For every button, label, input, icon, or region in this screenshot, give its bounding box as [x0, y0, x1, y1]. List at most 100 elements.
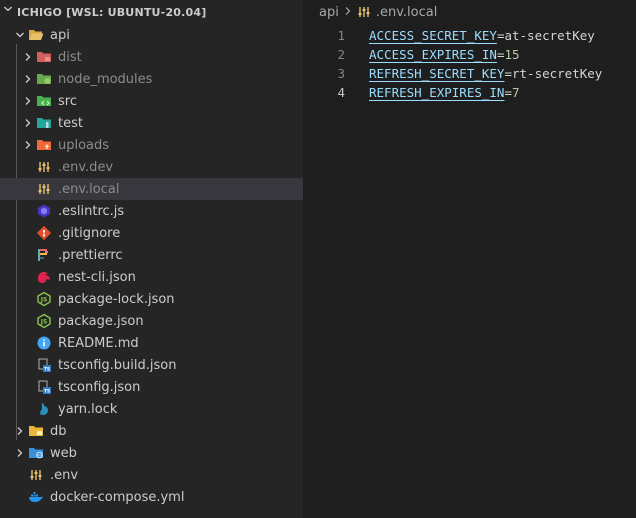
chevron-right-icon[interactable] — [20, 71, 36, 87]
svg-text:TS: TS — [44, 389, 50, 395]
tree-item-package-json[interactable]: JS package.json — [0, 310, 303, 332]
tree-item-nest-cli-json[interactable]: nest-cli.json — [0, 266, 303, 288]
env-file-icon — [36, 181, 52, 197]
code-line[interactable]: 2 ACCESS_EXPIRES_IN = 15 — [303, 45, 636, 64]
eslint-icon — [36, 203, 52, 219]
info-icon — [36, 335, 52, 351]
tree-item-label: dist — [58, 49, 82, 65]
svg-text:TS: TS — [44, 367, 50, 373]
folder-src-icon — [36, 93, 52, 109]
tree-item-env-dev[interactable]: .env.dev — [0, 156, 303, 178]
tree-item-dist[interactable]: dist — [0, 46, 303, 68]
nodejs-icon: JS — [36, 313, 52, 329]
tree-item-label: .prettierrc — [58, 247, 123, 263]
tree-item-readme-md[interactable]: README.md — [0, 332, 303, 354]
tree-item-label: yarn.lock — [58, 401, 118, 417]
tree-item-db[interactable]: db — [0, 420, 303, 442]
folder-test-icon — [36, 115, 52, 131]
tree-item-label: tsconfig.json — [58, 379, 141, 395]
tree-item-tsconfig-json[interactable]: TS tsconfig.json — [0, 376, 303, 398]
env-value: 15 — [504, 47, 520, 62]
tree-item-label: .env — [50, 467, 79, 483]
tree-item-api[interactable]: api — [0, 24, 303, 46]
tree-item-label: .eslintrc.js — [58, 203, 125, 219]
code-line[interactable]: 1 ACCESS_SECRET_KEY = at-secretKey — [303, 26, 636, 45]
chevron-right-icon[interactable] — [20, 137, 36, 153]
tree-item-eslintrc-js[interactable]: .eslintrc.js — [0, 200, 303, 222]
git-icon — [36, 225, 52, 241]
env-value: at-secretKey — [504, 28, 595, 43]
editor-pane: api .env.local 1 ACCESS_SECRET_KEY = at-sec… — [303, 0, 636, 518]
tree-item-uploads[interactable]: uploads — [0, 134, 303, 156]
yarn-icon — [36, 401, 52, 417]
chevron-right-icon[interactable] — [20, 93, 36, 109]
tsconfig-icon: TS — [36, 379, 52, 395]
chevron-right-icon[interactable] — [12, 445, 28, 461]
folder-node-icon — [36, 71, 52, 87]
breadcrumb-folder[interactable]: api — [319, 5, 339, 20]
chevron-right-icon — [344, 5, 352, 19]
workspace-title: ICHIGO [WSL: UBUNTU-20.04] — [17, 5, 207, 19]
line-number: 3 — [337, 66, 345, 81]
folder-dist-icon — [36, 49, 52, 65]
tree-item-label: uploads — [58, 137, 110, 153]
tree-item-test[interactable]: test — [0, 112, 303, 134]
chevron-down-icon[interactable] — [12, 27, 28, 43]
breadcrumb-file[interactable]: .env.local — [376, 5, 437, 20]
env-operator: = — [496, 47, 505, 62]
tree-item-tsconfig-build-json[interactable]: TS tsconfig.build.json — [0, 354, 303, 376]
nodejs-icon: JS — [36, 291, 52, 307]
chevron-right-icon[interactable] — [20, 115, 36, 131]
tree-item-label: package-lock.json — [58, 291, 175, 307]
breadcrumb: api .env.local — [303, 0, 636, 24]
env-operator: = — [504, 66, 512, 81]
tree-item-package-lock-json[interactable]: JS package-lock.json — [0, 288, 303, 310]
code-line[interactable]: 4 REFRESH_EXPIRES_IN = 7 — [303, 83, 636, 102]
tree-item-label: tsconfig.build.json — [58, 357, 177, 373]
tree-item-env-local[interactable]: .env.local — [0, 178, 303, 200]
tree-item-node-modules[interactable]: node_modules — [0, 68, 303, 90]
tree-item-label: api — [50, 27, 70, 43]
folder-web-icon — [28, 445, 44, 461]
tree-item-prettierrc[interactable]: .prettierrc — [0, 244, 303, 266]
tree-item-label: test — [58, 115, 83, 131]
env-file-icon — [28, 467, 44, 483]
line-number: 4 — [337, 85, 345, 100]
line-number: 2 — [337, 47, 345, 62]
chevron-right-icon[interactable] — [12, 423, 28, 439]
tree-item-docker-compose-yml[interactable]: docker-compose.yml — [0, 486, 303, 508]
tree-item-gitignore[interactable]: .gitignore — [0, 222, 303, 244]
folder-db-icon — [28, 423, 44, 439]
tree-item-label: .gitignore — [58, 225, 121, 241]
tree-item-label: docker-compose.yml — [50, 489, 185, 505]
tree-item-src[interactable]: src — [0, 90, 303, 112]
code-line[interactable]: 3 REFRESH_SECRET_KEY = rt-secretKey — [303, 64, 636, 83]
code-area[interactable]: 1 ACCESS_SECRET_KEY = at-secretKey 2 ACCESS_E… — [303, 24, 636, 102]
tree-item-env[interactable]: .env — [0, 464, 303, 486]
docker-icon — [28, 489, 44, 505]
env-key: REFRESH_EXPIRES_IN — [369, 85, 505, 100]
chevron-right-icon[interactable] — [20, 49, 36, 65]
line-number: 1 — [337, 28, 345, 43]
tree-item-yarn-lock[interactable]: yarn.lock — [0, 398, 303, 420]
workspace-header[interactable]: ICHIGO [WSL: UBUNTU-20.04] — [0, 0, 303, 24]
tree-item-web[interactable]: web — [0, 442, 303, 464]
explorer-panel: ICHIGO [WSL: UBUNTU-20.04] api dist node_m… — [0, 0, 303, 518]
tree-item-label: .env.dev — [58, 159, 114, 175]
prettier-icon — [36, 247, 52, 263]
tree-item-label: db — [50, 423, 67, 439]
